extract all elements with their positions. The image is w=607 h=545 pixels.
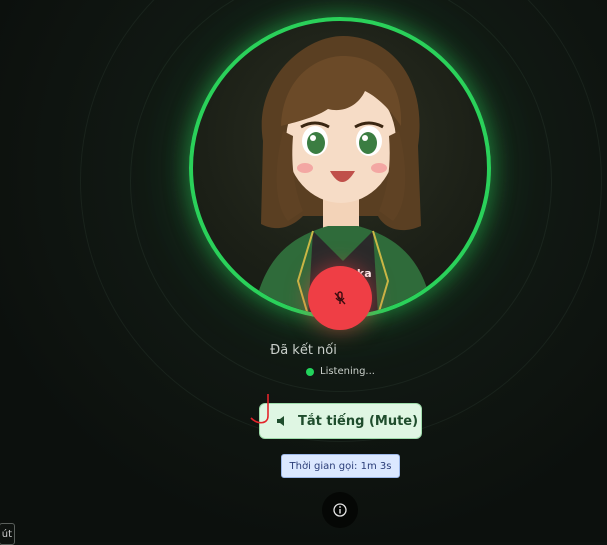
mic-off-icon: [334, 291, 346, 305]
mute-button-label: Tắt tiếng (Mute): [298, 413, 419, 429]
corner-tab-label: út: [1, 528, 12, 540]
listening-dot: [306, 367, 314, 376]
connection-status: Đã kết nối: [270, 343, 337, 358]
listening-indicator: Listening...: [306, 366, 375, 377]
call-timer-badge: Thời gian gọi: 1m 3s: [281, 454, 400, 478]
red-annotation-mark: [250, 394, 269, 424]
mute-button[interactable]: Tắt tiếng (Mute): [259, 403, 422, 439]
listening-label: Listening...: [320, 366, 375, 377]
info-icon: [333, 503, 347, 517]
info-button[interactable]: [322, 492, 358, 528]
mic-toggle-button[interactable]: [308, 266, 372, 330]
